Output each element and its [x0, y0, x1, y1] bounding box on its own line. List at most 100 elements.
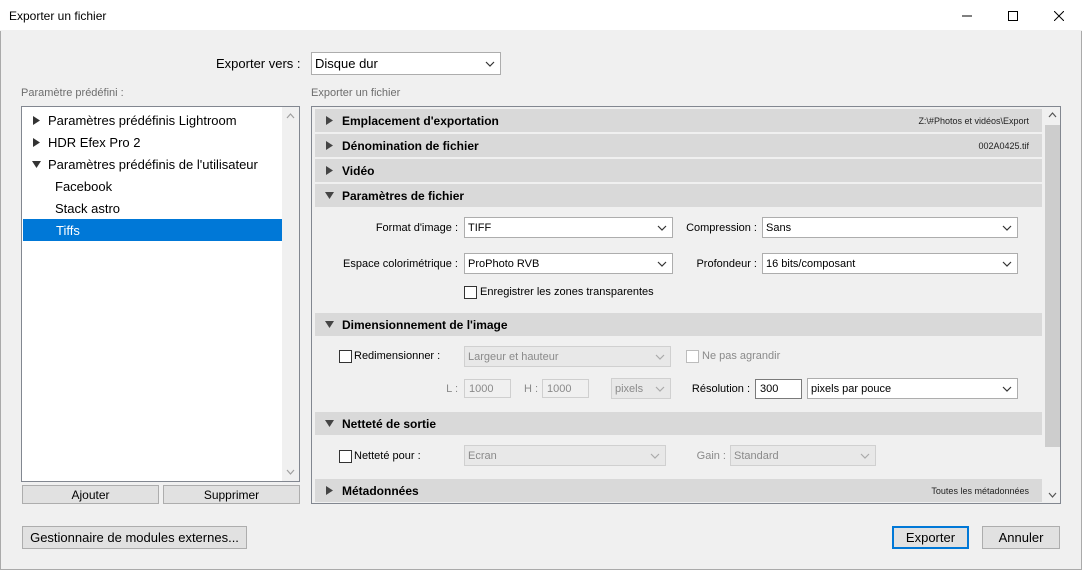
- section-location[interactable]: Emplacement d'exportation Z:\#Photos et …: [315, 109, 1042, 132]
- cancel-button[interactable]: Annuler: [982, 526, 1060, 549]
- depth-select[interactable]: 16 bits/composant: [762, 253, 1018, 274]
- chevron-down-icon: [655, 354, 665, 360]
- resolution-unit-select[interactable]: pixels par pouce: [807, 378, 1018, 399]
- chevron-down-icon: [650, 453, 660, 459]
- scroll-up-icon[interactable]: [1048, 112, 1057, 118]
- remove-preset-button[interactable]: Supprimer: [163, 485, 300, 504]
- add-preset-button[interactable]: Ajouter: [22, 485, 159, 504]
- section-title: Netteté de sortie: [342, 416, 437, 431]
- tree-item-user-presets[interactable]: Paramètres prédéfinis de l'utilisateur: [22, 153, 282, 175]
- section-sharpening[interactable]: Netteté de sortie: [315, 412, 1042, 435]
- compression-select[interactable]: Sans: [762, 217, 1018, 238]
- chevron-down-icon: [1002, 386, 1012, 392]
- amount-select[interactable]: Standard: [730, 445, 876, 466]
- transparency-checkbox[interactable]: [464, 286, 477, 299]
- scroll-down-icon[interactable]: [286, 469, 295, 475]
- sharpen-for-select[interactable]: Ecran: [464, 445, 666, 466]
- section-sizing[interactable]: Dimensionnement de l'image: [315, 313, 1042, 336]
- depth-label: Profondeur :: [696, 258, 757, 270]
- section-summary: Z:\#Photos et vidéos\Export: [918, 115, 1029, 126]
- maximize-icon: [1008, 10, 1018, 21]
- chevron-down-icon: [1002, 225, 1012, 231]
- size-unit-select[interactable]: pixels: [611, 378, 671, 399]
- format-select[interactable]: TIFF: [464, 217, 673, 238]
- height-input[interactable]: 1000: [542, 379, 589, 398]
- expand-arrow-icon: [326, 116, 333, 125]
- section-summary: 002A0425.tif: [978, 140, 1029, 151]
- sharpen-for-value: Ecran: [468, 449, 497, 462]
- section-title: Dimensionnement de l'image: [342, 317, 508, 332]
- depth-value: 16 bits/composant: [766, 257, 856, 270]
- colorspace-label: Espace colorimétrique :: [343, 258, 458, 270]
- transparency-label: Enregistrer les zones transparentes: [480, 286, 654, 298]
- close-button[interactable]: [1036, 0, 1082, 31]
- chevron-down-icon: [860, 453, 870, 459]
- expand-arrow-icon: [33, 115, 40, 125]
- expand-arrow-icon: [326, 486, 333, 495]
- section-title: Métadonnées: [342, 483, 419, 498]
- tree-item-label: Stack astro: [55, 200, 121, 216]
- scroll-down-icon[interactable]: [1048, 492, 1057, 498]
- tree-item-lightroom-presets[interactable]: Paramètres prédéfinis Lightroom: [22, 109, 282, 131]
- plugin-manager-button[interactable]: Gestionnaire de modules externes...: [22, 526, 247, 549]
- tree-item-facebook[interactable]: Facebook: [22, 175, 282, 197]
- amount-value: Standard: [734, 449, 779, 462]
- minimize-button[interactable]: [944, 0, 990, 31]
- maximize-button[interactable]: [990, 0, 1036, 31]
- tree-item-hdr-efex[interactable]: HDR Efex Pro 2: [22, 131, 282, 153]
- resize-checkbox[interactable]: [339, 350, 352, 363]
- resolution-unit-value: pixels par pouce: [811, 382, 892, 395]
- expand-arrow-icon: [326, 141, 333, 150]
- tree-item-label: HDR Efex Pro 2: [48, 134, 141, 150]
- chevron-down-icon: [1002, 261, 1012, 267]
- width-label: L :: [446, 383, 458, 395]
- export-settings-panel: Emplacement d'exportation Z:\#Photos et …: [311, 106, 1061, 504]
- sharpen-checkbox[interactable]: [339, 450, 352, 463]
- export-to-label: Exporter vers :: [216, 56, 301, 71]
- collapse-arrow-icon: [325, 420, 334, 427]
- section-file-settings[interactable]: Paramètres de fichier: [315, 184, 1042, 207]
- tree-item-label: Tiffs: [56, 222, 80, 238]
- resize-mode-select[interactable]: Largeur et hauteur: [464, 346, 671, 367]
- resize-label: Redimensionner :: [354, 350, 441, 362]
- expand-arrow-icon: [326, 166, 333, 175]
- tree-item-label: Paramètres prédéfinis de l'utilisateur: [48, 156, 258, 172]
- close-icon: [1054, 10, 1064, 21]
- tree-item-label: Paramètres prédéfinis Lightroom: [48, 112, 237, 128]
- section-title: Dénomination de fichier: [342, 138, 479, 153]
- export-to-value: Disque dur: [315, 56, 378, 71]
- colorspace-select[interactable]: ProPhoto RVB: [464, 253, 673, 274]
- width-input[interactable]: 1000: [464, 379, 511, 398]
- tree-item-stack-astro[interactable]: Stack astro: [22, 197, 282, 219]
- section-title: Paramètres de fichier: [342, 188, 465, 203]
- title-bar: Exporter un fichier: [0, 0, 1082, 31]
- scroll-up-icon[interactable]: [286, 113, 295, 119]
- expand-arrow-icon: [33, 137, 40, 147]
- size-unit-value: pixels: [615, 382, 644, 395]
- scroll-thumb[interactable]: [1045, 125, 1060, 447]
- no-enlarge-checkbox[interactable]: [686, 350, 699, 363]
- section-video[interactable]: Vidéo: [315, 159, 1042, 182]
- section-naming[interactable]: Dénomination de fichier 002A0425.tif: [315, 134, 1042, 157]
- preset-tree[interactable]: Paramètres prédéfinis Lightroom HDR Efex…: [21, 106, 300, 482]
- resolution-input[interactable]: 300: [755, 379, 802, 399]
- export-panel-caption: Exporter un fichier: [311, 87, 401, 99]
- amount-label: Gain :: [696, 450, 726, 462]
- resolution-label: Résolution :: [691, 383, 750, 395]
- collapse-arrow-icon: [325, 192, 334, 199]
- export-to-select[interactable]: Disque dur: [311, 52, 501, 75]
- compression-value: Sans: [766, 221, 792, 234]
- section-title: Emplacement d'exportation: [342, 113, 499, 128]
- section-metadata[interactable]: Métadonnées Toutes les métadonnées: [315, 479, 1042, 502]
- colorspace-value: ProPhoto RVB: [468, 257, 540, 270]
- tree-item-label: Facebook: [55, 178, 113, 194]
- collapse-arrow-icon: [32, 160, 41, 168]
- preset-scrollbar[interactable]: [282, 107, 299, 481]
- chevron-down-icon: [655, 386, 665, 392]
- tree-item-tiffs[interactable]: Tiffs: [23, 219, 283, 241]
- section-summary: Toutes les métadonnées: [931, 485, 1029, 496]
- export-panel-scrollbar[interactable]: [1045, 107, 1060, 503]
- export-button[interactable]: Exporter: [892, 526, 969, 549]
- window-title: Exporter un fichier: [9, 9, 107, 23]
- presets-caption: Paramètre prédéfini :: [21, 87, 124, 99]
